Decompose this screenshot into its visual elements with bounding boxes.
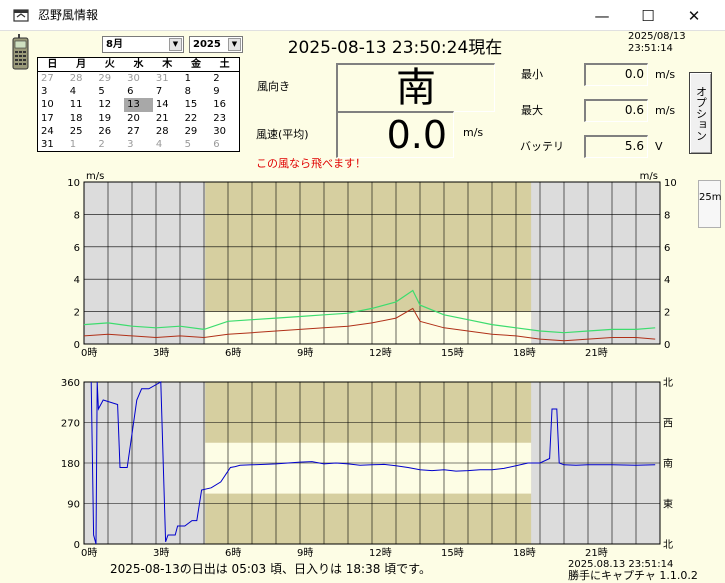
wind-speed-chart: 0 0 2 2 4 4 6 6 8 8 10 10 0時 3時 6時 9時 12時 15時 18時 21時 m/s m/s… [61, 171, 677, 559]
x-tick-label: 6時 [225, 547, 241, 559]
y-tick-label-right: 0 [664, 340, 670, 351]
x-tick-label: 18時 [513, 347, 536, 359]
x-tick-label: 15時 [441, 547, 464, 559]
x-tick-label: 6時 [225, 347, 241, 359]
x-tick-label: 12時 [369, 547, 392, 559]
y-tick-label-right: 6 [664, 243, 670, 254]
y-unit-label-right: m/s [640, 171, 658, 182]
y-tick-label-right: 10 [664, 178, 677, 189]
x-tick-label: 3時 [153, 547, 169, 559]
x-tick-label: 18時 [513, 547, 536, 559]
south-band [205, 442, 532, 494]
capture-version: 勝手にキャプチャ 1.1.0.2 [568, 569, 698, 582]
y-tick-label-right: 4 [664, 275, 670, 286]
sunrise-sunset-info: 2025-08-13の日出は 05:03 頃、日入りは 18:38 頃です。 [110, 562, 431, 576]
x-tick-label: 15時 [441, 347, 464, 359]
y-tick-label: 10 [67, 178, 80, 189]
y-tick-label-right: 南 [663, 457, 673, 470]
y-tick-label: 8 [74, 210, 80, 221]
x-tick-label: 9時 [297, 547, 313, 559]
y-tick-label-right: 2 [664, 308, 670, 319]
y-tick-label-right: 8 [664, 210, 670, 221]
y-tick-label-right: 西 [663, 419, 673, 430]
x-tick-label: 12時 [369, 347, 392, 359]
y-tick-label: 0 [74, 340, 80, 351]
x-tick-label: 0時 [81, 347, 97, 359]
x-tick-label: 9時 [297, 347, 313, 359]
safe-band [205, 311, 532, 344]
y-tick-label: 0 [74, 540, 80, 551]
x-tick-label: 21時 [585, 547, 608, 559]
x-tick-label: 0時 [81, 547, 97, 559]
x-tick-label: 21時 [585, 347, 608, 359]
y-tick-label-right: 北 [663, 377, 673, 389]
y-tick-label: 270 [61, 419, 80, 430]
x-tick-label: 3時 [153, 347, 169, 359]
y-tick-label: 90 [67, 500, 80, 511]
y-tick-label: 4 [74, 275, 80, 286]
y-tick-label-right: 北 [663, 539, 673, 551]
y-tick-label-right: 東 [663, 498, 673, 511]
y-tick-label: 6 [74, 243, 80, 254]
y-tick-label: 180 [61, 459, 80, 470]
y-unit-label-left: m/s [86, 171, 104, 182]
y-tick-label: 2 [74, 308, 80, 319]
y-tick-label: 360 [61, 378, 80, 389]
